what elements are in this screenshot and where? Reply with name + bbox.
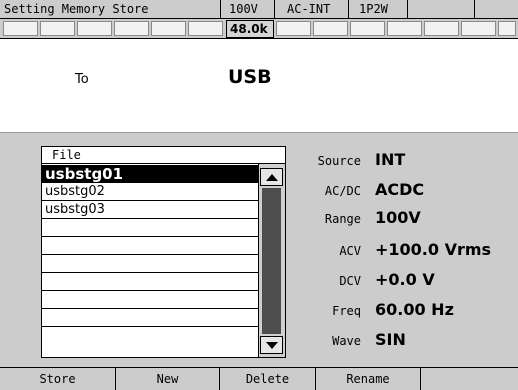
- rename-button[interactable]: Rename: [316, 368, 421, 390]
- triangle-up-icon: [265, 174, 278, 181]
- destination-value[interactable]: USB: [228, 66, 272, 88]
- indicator-cell: [424, 21, 459, 36]
- wave-label: Wave: [332, 334, 361, 348]
- destination-label: To: [75, 72, 89, 87]
- acv-label: ACV: [339, 244, 361, 258]
- header-divider: [274, 0, 275, 19]
- file-list-item[interactable]: [42, 309, 258, 327]
- indicator-cell: [151, 21, 186, 36]
- dcv-label: DCV: [339, 274, 361, 288]
- freq-label: Freq: [332, 304, 361, 318]
- file-list-item[interactable]: usbstg01: [42, 165, 258, 183]
- header-divider: [220, 0, 221, 19]
- header-divider: [348, 0, 349, 19]
- range-value: 100V: [375, 208, 421, 227]
- voltage-range-indicator: 100V: [229, 2, 258, 16]
- indicator-cell: [387, 21, 422, 36]
- scroll-up-button[interactable]: [260, 168, 283, 186]
- function-key-5[interactable]: [421, 368, 518, 390]
- indicator-cell: [77, 21, 112, 36]
- file-list-item[interactable]: [42, 255, 258, 273]
- indicator-cell: [313, 21, 348, 36]
- indicator-cell: [3, 21, 38, 36]
- frequency-indicator: 48.0k: [226, 20, 274, 38]
- file-list-item[interactable]: usbstg03: [42, 201, 258, 219]
- file-list-item[interactable]: [42, 219, 258, 237]
- screen-title: Setting Memory Store: [4, 2, 149, 16]
- indicator-cell: [276, 21, 311, 36]
- wave-value: SIN: [375, 330, 406, 349]
- header-divider: [407, 0, 408, 19]
- triangle-down-icon: [265, 342, 278, 349]
- indicator-cell: [40, 21, 75, 36]
- indicator-cell: [114, 21, 149, 36]
- file-list-item[interactable]: [42, 291, 258, 309]
- file-list-item[interactable]: usbstg02: [42, 183, 258, 201]
- scroll-down-button[interactable]: [260, 336, 283, 354]
- scrollbar-thumb[interactable]: [262, 188, 281, 334]
- file-list-item[interactable]: [42, 273, 258, 291]
- file-list-item[interactable]: [42, 237, 258, 255]
- dcv-value: +0.0 V: [375, 270, 435, 289]
- indicator-cell: [498, 21, 516, 36]
- store-button[interactable]: Store: [0, 368, 116, 390]
- header-divider: [474, 0, 475, 19]
- file-list-header: File: [42, 147, 285, 164]
- acdc-label: AC/DC: [324, 184, 361, 198]
- acv-value: +100.0 Vrms: [375, 240, 492, 259]
- source-value: INT: [375, 150, 406, 169]
- indicator-cell: [461, 21, 496, 36]
- range-label: Range: [324, 212, 361, 226]
- wiring-indicator: 1P2W: [359, 2, 388, 16]
- indicator-cell: [188, 21, 223, 36]
- delete-button[interactable]: Delete: [220, 368, 316, 390]
- acdc-value: ACDC: [375, 180, 425, 199]
- source-label: Source: [317, 154, 361, 168]
- new-button[interactable]: New: [116, 368, 220, 390]
- mode-indicator: AC-INT: [287, 2, 331, 16]
- freq-value: 60.00 Hz: [375, 300, 454, 319]
- indicator-cell: [350, 21, 385, 36]
